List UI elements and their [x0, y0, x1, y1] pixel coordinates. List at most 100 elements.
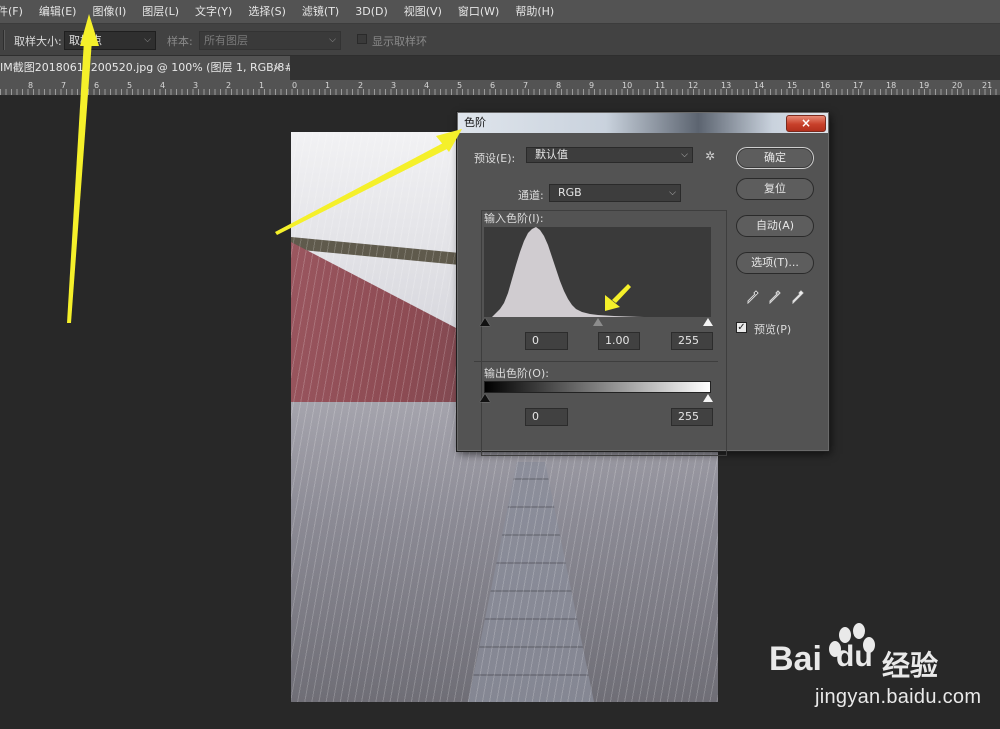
- black-eyedropper-icon[interactable]: [747, 290, 759, 304]
- ruler-number: 16: [820, 81, 831, 90]
- menu-select[interactable]: 选择(S): [240, 0, 294, 24]
- menu-layer[interactable]: 图层(L): [134, 0, 187, 24]
- channel-label: 通道:: [516, 187, 546, 203]
- horizontal-ruler: 8 7 6 5 4 3 2 1 0 1 2 3 4 5 6 7 8 9 10 1…: [0, 80, 1000, 96]
- output-white-slider[interactable]: [703, 394, 713, 402]
- ruler-number: 15: [787, 81, 798, 90]
- ruler-number: 4: [160, 81, 166, 90]
- histogram: [484, 227, 711, 317]
- close-icon[interactable]: ×: [273, 56, 282, 80]
- ruler-number: 13: [721, 81, 732, 90]
- close-button[interactable]: ×: [786, 115, 826, 132]
- ruler-number: 0: [292, 81, 298, 90]
- output-gradient-bar: [484, 381, 711, 393]
- histogram-graph: [484, 227, 711, 317]
- show-ring-label: 显示取样环: [372, 35, 427, 48]
- sample-label: 样本:: [167, 35, 193, 48]
- reset-button[interactable]: 复位: [736, 178, 814, 200]
- ruler-number: 3: [391, 81, 397, 90]
- preset-select[interactable]: 默认值 ⌵: [526, 147, 693, 163]
- preset-label: 预设(E):: [474, 152, 516, 165]
- preview-label: 预览(P): [754, 323, 792, 336]
- ruler-number: 9: [589, 81, 595, 90]
- ruler-number: 12: [688, 81, 699, 90]
- chevron-down-icon: ⌵: [669, 188, 676, 198]
- output-black-slider[interactable]: [480, 394, 490, 402]
- ruler-number: 8: [556, 81, 562, 90]
- channel-value: RGB: [558, 186, 582, 199]
- ruler-number: 4: [424, 81, 430, 90]
- gray-eyedropper-icon[interactable]: [769, 290, 781, 304]
- ruler-number: 17: [853, 81, 864, 90]
- white-eyedropper-icon[interactable]: [792, 290, 804, 304]
- ruler-number: 3: [193, 81, 199, 90]
- dialog-divider: [474, 361, 718, 362]
- ruler-number: 20: [952, 81, 963, 90]
- dialog-title-bar[interactable]: 色阶: [458, 113, 828, 133]
- chevron-down-icon: ⌵: [329, 35, 336, 45]
- ruler-number: 1: [325, 81, 331, 90]
- ruler-number: 2: [226, 81, 232, 90]
- sample-select[interactable]: 所有图层 ⌵: [199, 31, 341, 50]
- menu-edit[interactable]: 编辑(E): [31, 0, 85, 24]
- ruler-number: 11: [655, 81, 666, 90]
- ruler-number: 7: [523, 81, 529, 90]
- options-bar: 取样大小: 取样点 ⌵ 样本: 所有图层 ⌵ 显示取样环: [0, 24, 1000, 56]
- menu-file[interactable]: 件(F): [0, 0, 31, 24]
- ruler-number: 19: [919, 81, 930, 90]
- show-ring-checkbox[interactable]: [357, 34, 367, 44]
- menu-image[interactable]: 图像(I): [84, 0, 134, 24]
- sample-value: 所有图层: [204, 34, 248, 47]
- sample-size-label: 取样大小:: [14, 35, 62, 48]
- menu-3d[interactable]: 3D(D): [347, 0, 396, 24]
- input-levels-label: 输入色阶(I):: [484, 212, 544, 225]
- document-tab-title: IM截图20180612200520.jpg @ 100% (图层 1, RGB…: [0, 61, 290, 74]
- watermark-jingyan: 经验: [882, 649, 939, 682]
- preset-value: 默认值: [535, 148, 568, 161]
- ruler-number: 14: [754, 81, 765, 90]
- output-levels-label: 输出色阶(O):: [484, 367, 549, 380]
- ruler-number: 10: [622, 81, 633, 90]
- document-tab-bar: IM截图20180612200520.jpg @ 100% (图层 1, RGB…: [0, 56, 1000, 80]
- input-black-field[interactable]: 0: [525, 332, 568, 350]
- menu-window[interactable]: 窗口(W): [450, 0, 507, 24]
- options-grip: [3, 30, 5, 50]
- ruler-number: 18: [886, 81, 897, 90]
- preview-checkbox[interactable]: ✓: [736, 322, 747, 333]
- ruler-number: 2: [358, 81, 364, 90]
- chevron-down-icon: ⌵: [144, 35, 151, 45]
- menu-help[interactable]: 帮助(H): [507, 0, 562, 24]
- menu-type[interactable]: 文字(Y): [187, 0, 240, 24]
- sample-size-select[interactable]: 取样点 ⌵: [64, 31, 156, 50]
- options-button[interactable]: 选项(T)...: [736, 252, 814, 274]
- ruler-number: 6: [490, 81, 496, 90]
- ruler-number: 6: [94, 81, 100, 90]
- document-tab[interactable]: IM截图20180612200520.jpg @ 100% (图层 1, RGB…: [0, 56, 290, 80]
- menu-bar: 件(F) 编辑(E) 图像(I) 图层(L) 文字(Y) 选择(S) 滤镜(T)…: [0, 0, 1000, 24]
- ruler-number: 1: [259, 81, 265, 90]
- ruler-number: 5: [457, 81, 463, 90]
- input-white-field[interactable]: 255: [671, 332, 713, 350]
- input-black-slider[interactable]: [480, 318, 490, 326]
- menu-filter[interactable]: 滤镜(T): [294, 0, 347, 24]
- output-white-field[interactable]: 255: [671, 408, 713, 426]
- sample-size-value: 取样点: [69, 34, 102, 47]
- gear-icon[interactable]: ✲: [705, 149, 715, 163]
- ruler-number: 21: [982, 81, 993, 90]
- auto-button[interactable]: 自动(A): [736, 215, 814, 237]
- input-white-slider[interactable]: [703, 318, 713, 326]
- ruler-number: 7: [61, 81, 67, 90]
- ruler-number: 8: [28, 81, 34, 90]
- watermark-url: jingyan.baidu.com: [815, 686, 982, 708]
- watermark-paw-du: du: [836, 640, 873, 673]
- ok-button[interactable]: 确定: [736, 147, 814, 169]
- input-gamma-slider[interactable]: [593, 318, 603, 326]
- ruler-ticks: [0, 89, 1000, 95]
- channel-select[interactable]: RGB ⌵: [549, 184, 681, 202]
- menu-view[interactable]: 视图(V): [396, 0, 450, 24]
- dialog-title: 色阶: [464, 116, 486, 129]
- output-black-field[interactable]: 0: [525, 408, 568, 426]
- chevron-down-icon: ⌵: [681, 150, 688, 160]
- input-gamma-field[interactable]: 1.00: [598, 332, 640, 350]
- watermark-brand: Bai: [769, 640, 822, 678]
